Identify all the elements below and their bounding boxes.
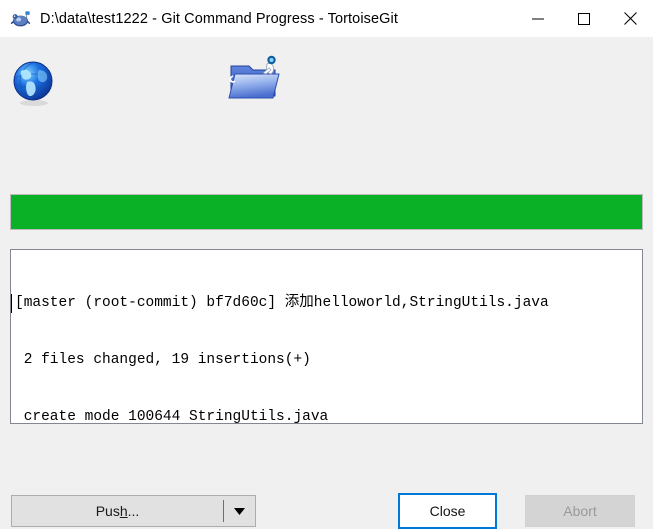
animation-icon-strip — [0, 37, 653, 187]
push-label-after: ... — [127, 503, 140, 519]
window-close-button[interactable] — [607, 0, 653, 37]
title-bar: D:\data\test1222 - Git Command Progress … — [0, 0, 653, 37]
progress-bar-fill — [11, 195, 642, 229]
minimize-button[interactable] — [515, 0, 561, 37]
log-line: create mode 100644 StringUtils.java — [15, 409, 329, 424]
push-button[interactable]: Pus h... — [12, 496, 223, 526]
maximize-button[interactable] — [561, 0, 607, 37]
push-dropdown-button[interactable] — [224, 496, 255, 526]
progress-bar — [10, 194, 643, 230]
push-label-accelerator: h — [119, 503, 128, 519]
dialog-button-row: Pus h... Close Abort — [0, 457, 653, 529]
globe-icon — [11, 60, 59, 108]
abort-button-label: Abort — [563, 503, 597, 519]
tortoisegit-turtle-icon — [10, 8, 32, 30]
push-label-before: Pus — [95, 503, 120, 519]
tortoisegit-progress-dialog: D:\data\test1222 - Git Command Progress … — [0, 0, 653, 529]
folder-commit-icon — [227, 48, 285, 104]
window-controls — [515, 0, 653, 37]
chevron-down-icon — [234, 507, 245, 515]
log-line: 2 files changed, 19 insertions(+) — [15, 352, 311, 368]
close-button[interactable]: Close — [398, 493, 497, 529]
window-title: D:\data\test1222 - Git Command Progress … — [40, 10, 399, 27]
log-line: [master (root-commit) bf7d60c] 添加hellowo… — [11, 294, 642, 313]
log-text-content: [master (root-commit) bf7d60c] 添加hellowo… — [11, 256, 642, 424]
close-button-label: Close — [429, 503, 466, 519]
command-output-log[interactable]: [master (root-commit) bf7d60c] 添加hellowo… — [10, 249, 643, 424]
dialog-client-area: [master (root-commit) bf7d60c] 添加hellowo… — [0, 37, 653, 529]
